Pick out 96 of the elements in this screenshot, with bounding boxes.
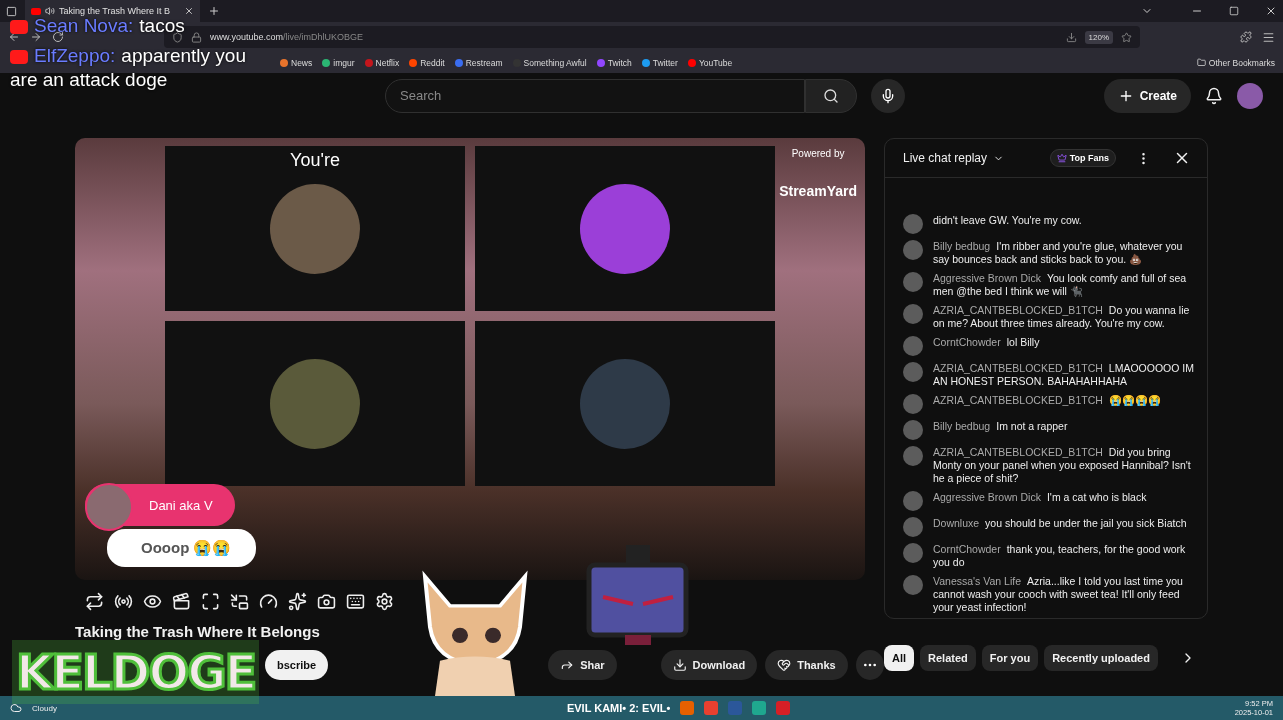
filter-chip[interactable]: For you: [981, 645, 1039, 671]
youtube-icon: [31, 7, 41, 15]
share-button[interactable]: Shar: [548, 650, 617, 680]
zoom-level[interactable]: 120%: [1084, 30, 1113, 44]
filter-chip[interactable]: Recently uploaded: [1044, 645, 1158, 671]
filter-chip[interactable]: Related: [920, 645, 976, 671]
back-icon[interactable]: [8, 31, 20, 43]
keyboard-icon[interactable]: [346, 592, 365, 611]
chat-message: Billy bedbug I'm ribber and you're glue, whatever you say bounces back and sticks back to you. 💩: [933, 240, 1184, 266]
participant-label: You're: [289, 150, 341, 171]
chat-message: CorntChowder thank you, teachers, for the good work you do: [933, 543, 1187, 569]
tab-list-icon[interactable]: [6, 5, 17, 17]
bookmark-link[interactable]: Something Awful: [512, 57, 587, 68]
stream-logo: KELDOGE: [12, 640, 260, 704]
bookmark-link[interactable]: Restream: [454, 57, 503, 68]
bookmark-link[interactable]: YouTube: [687, 57, 733, 68]
chat-message: AZRIA_CANTBEBLOCKED_B1TCH Do you wanna lie on me? About three times already. You're my cow.: [933, 304, 1191, 330]
gauge-icon[interactable]: [259, 592, 278, 611]
microphone-icon: [880, 87, 896, 104]
chat-avatar: [903, 240, 923, 260]
download-button[interactable]: Download: [660, 650, 758, 680]
bookmark-link[interactable]: Reddit: [409, 57, 445, 68]
chat-mode-dropdown[interactable]: Live chat replay: [903, 151, 988, 165]
chat-message: Aggressive Brown Dick I'm a cat who is black: [933, 491, 1147, 504]
new-tab-icon[interactable]: [208, 5, 220, 17]
bookmark-link[interactable]: News: [280, 57, 313, 68]
chat-message: Vanessa's Van Life Azria...like I told you last time you cannot wash your cooch with sweet tea! It'll only feed your yeast infection!: [933, 575, 1184, 614]
weather-label: Cloudy: [32, 703, 57, 713]
chat-message: AZRIA_CANTBEBLOCKED_B1TCH Did you bring Monty on your panel when you exposed Hannibal? Isn't he a piece of shit?: [933, 446, 1192, 485]
chat-message: CorntChowder lol Billy: [933, 336, 1040, 349]
search-icon: [823, 87, 839, 104]
chat-message: Aggressive Brown Dick You look comfy and full of sea men @the bed I think we will 🐈‍⬛: [933, 272, 1188, 298]
taskbar-app-title[interactable]: EVIL KAMI• 2: EVIL•: [566, 702, 671, 714]
cloud-icon: [10, 702, 22, 714]
subscribe-button[interactable]: bscribe: [265, 650, 329, 680]
chat-avatar: [903, 214, 923, 234]
download-icon: [672, 658, 687, 672]
tab-title: Taking the Trash Where It B: [59, 6, 171, 16]
chat-avatar: [903, 394, 923, 414]
menu-icon[interactable]: [1262, 30, 1275, 44]
chat-message: Downluxe you should be under the jail you sick Biatch: [933, 517, 1187, 530]
close-window-icon[interactable]: [1265, 5, 1277, 17]
crown-icon: [1056, 153, 1067, 163]
account-avatar[interactable]: [1237, 82, 1263, 109]
chat-message: Billy bedbug Im not a rapper: [933, 420, 1068, 433]
comment-bubble: Oooop 😭😭: [107, 529, 256, 567]
bookmark-link[interactable]: Twitter: [641, 57, 678, 68]
chat-message: didn't leave GW. You're my cow.: [933, 214, 1082, 227]
bookmark-link[interactable]: Netflix: [364, 57, 400, 68]
clapperboard-icon[interactable]: [172, 592, 191, 611]
picture-in-picture-icon[interactable]: [230, 592, 249, 611]
microphone-button[interactable]: [871, 78, 905, 113]
folder-icon: [1196, 58, 1206, 67]
broadcast-icon[interactable]: [114, 592, 133, 611]
chat-avatar: [903, 575, 923, 595]
chat-avatar: [903, 336, 923, 356]
bookmark-link[interactable]: imgur: [322, 57, 355, 68]
bookmark-link[interactable]: Twitch: [596, 57, 632, 68]
restore-icon[interactable]: [1229, 6, 1239, 16]
search-button[interactable]: [805, 78, 857, 113]
chat-avatar: [903, 420, 923, 440]
extensions-icon[interactable]: [1240, 31, 1252, 43]
thanks-icon: [777, 658, 792, 672]
create-button[interactable]: Create: [1103, 78, 1191, 113]
video-player[interactable]: You're Powered by StreamYard Dani aka V Oooop 😭😭: [75, 138, 865, 580]
bookmark-star-icon[interactable]: [1121, 31, 1132, 43]
chat-message: AZRIA_CANTBEBLOCKED_B1TCH 😭😭😭😭: [933, 394, 1161, 407]
streamyard-logo: Powered by StreamYard: [779, 148, 857, 199]
share-icon: [560, 658, 575, 672]
video-title: Taking the Trash Where It Belongs: [75, 623, 321, 640]
taskbar-app-icon[interactable]: [752, 701, 767, 715]
lock-icon: [191, 31, 202, 43]
eye-icon[interactable]: [143, 592, 162, 611]
chat-avatar: [903, 491, 923, 511]
frame-icon[interactable]: [201, 592, 220, 611]
chat-avatar: [903, 517, 923, 537]
download-icon[interactable]: [1065, 31, 1077, 43]
chat-avatar: [903, 543, 923, 563]
chat-avatar: [903, 446, 923, 466]
camera-icon[interactable]: [317, 592, 336, 611]
close-icon[interactable]: [184, 6, 194, 16]
thanks-button[interactable]: Thanks: [765, 650, 848, 680]
other-bookmarks-link[interactable]: Other Bookmarks: [1196, 57, 1275, 68]
chat-message: AZRIA_CANTBEBLOCKED_B1TCH LMAOOOOOO IM AN HONEST PERSON. BAHAHAHHAHA: [933, 362, 1195, 388]
settings-icon[interactable]: [375, 592, 394, 611]
chat-avatar: [903, 362, 923, 382]
chat-avatar: [903, 304, 923, 324]
speaker-icon[interactable]: [45, 6, 55, 16]
top-fans-button[interactable]: Top Fans: [1049, 149, 1116, 167]
sparkle-icon[interactable]: [288, 592, 307, 611]
search-field[interactable]: Search: [385, 78, 805, 113]
notifications-icon[interactable]: [1205, 86, 1223, 105]
chat-avatar: [903, 272, 923, 292]
loop-icon[interactable]: [85, 592, 104, 611]
filter-chip[interactable]: All: [884, 645, 915, 671]
commenter-avatar: [85, 483, 133, 531]
